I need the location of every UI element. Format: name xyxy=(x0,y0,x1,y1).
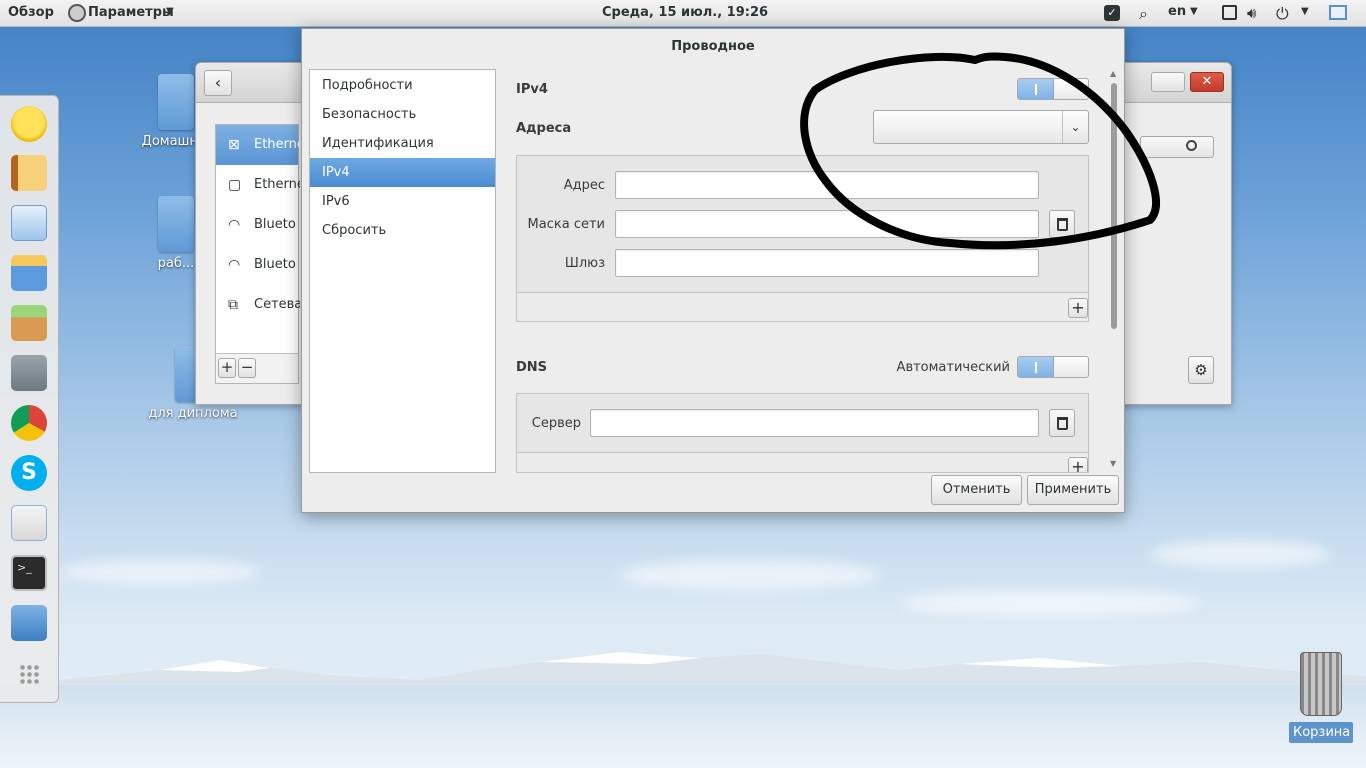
gateway-label: Шлюз xyxy=(564,256,605,271)
cloud xyxy=(1150,540,1330,568)
address-label: Адрес xyxy=(563,178,605,193)
settings-app-icon[interactable] xyxy=(11,355,47,391)
clock[interactable]: Среда, 15 июл., 19:26 xyxy=(602,5,768,20)
toggle-on-mark-icon xyxy=(1035,362,1037,373)
desktop-icon-label: для диплома xyxy=(148,406,238,421)
apply-button[interactable]: Применить xyxy=(1027,475,1119,505)
netmask-label: Маска сети xyxy=(527,217,605,232)
list-item-label: Blueto xyxy=(254,217,296,232)
dns-label: DNS xyxy=(516,360,548,375)
list-toolbar: + − xyxy=(216,353,298,383)
wifi-icon: ◠ xyxy=(228,217,241,233)
delete-dns-button[interactable] xyxy=(1049,409,1075,437)
terminal-app-icon[interactable]: >_ xyxy=(11,555,47,591)
ethernet-icon: ▢ xyxy=(228,177,242,193)
nav-item-details[interactable]: Подробности xyxy=(310,71,495,100)
dash-dock: S >_ xyxy=(0,95,59,703)
list-item-label: Etherne xyxy=(254,137,300,152)
address-group-footer: + xyxy=(517,292,1088,321)
cloud xyxy=(60,560,260,584)
lang-arrow-icon: ▼ xyxy=(1190,6,1198,17)
list-item[interactable]: ▢ Etherne xyxy=(216,165,300,205)
list-item[interactable]: ⧉ Сетева xyxy=(216,285,300,325)
app-menu[interactable]: Параметры xyxy=(88,5,174,20)
dns-auto-toggle[interactable] xyxy=(1017,356,1089,378)
hand-drawn-annotation xyxy=(800,52,1160,250)
lake xyxy=(0,685,1366,768)
connection-list: ⊠ Etherne ▢ Etherne ◠ Blueto ◠ Blueto ⧉ … xyxy=(215,124,300,384)
add-connection-button[interactable]: + xyxy=(218,358,236,378)
nav-item-security[interactable]: Безопасность xyxy=(310,100,495,129)
app-menu-arrow-icon: ▼ xyxy=(166,6,174,17)
volume-icon[interactable]: 🔊︎ xyxy=(1247,4,1256,22)
list-item-label: Сетева xyxy=(254,297,300,312)
network-icon: ⧉ xyxy=(228,297,238,313)
remove-connection-button[interactable]: − xyxy=(238,358,256,378)
activities-button[interactable]: Обзор xyxy=(8,5,54,20)
notification-icon[interactable] xyxy=(1329,5,1347,20)
window-icon[interactable] xyxy=(1222,5,1237,20)
show-apps-icon[interactable] xyxy=(19,664,39,684)
chat-app-icon[interactable] xyxy=(11,106,47,142)
list-item[interactable]: ◠ Blueto xyxy=(216,245,298,285)
folder-icon xyxy=(158,196,194,252)
list-item[interactable]: ◠ Blueto xyxy=(216,205,298,245)
screenshot-app-icon[interactable] xyxy=(11,605,47,641)
book-app-icon[interactable] xyxy=(11,155,47,191)
wifi-icon: ◠ xyxy=(228,257,241,273)
back-button[interactable]: ‹ xyxy=(204,70,232,96)
trash-icon xyxy=(1057,417,1068,430)
scroll-down-icon: ▼ xyxy=(1110,459,1117,468)
server-label: Сервер xyxy=(531,416,581,431)
nav-item-ipv6[interactable]: IPv6 xyxy=(310,187,495,216)
dialog-nav: Подробности Безопасность Идентификация I… xyxy=(309,69,496,473)
add-dns-button[interactable]: + xyxy=(1068,457,1088,472)
nav-item-reset[interactable]: Сбросить xyxy=(310,216,495,245)
list-item-label: Blueto xyxy=(254,257,296,272)
list-item[interactable]: ⊠ Etherne xyxy=(216,125,300,165)
dns-group-footer: + xyxy=(517,452,1088,472)
dns-group: Сервер + xyxy=(516,393,1089,473)
off-mark-icon xyxy=(1186,140,1197,151)
dns-server-field[interactable] xyxy=(590,409,1039,437)
nav-item-ipv4[interactable]: IPv4 xyxy=(310,158,495,187)
addresses-label: Адреса xyxy=(516,121,572,136)
check-shield-icon[interactable]: ✓ xyxy=(1104,5,1120,21)
cloud xyxy=(900,590,1200,616)
cloud xyxy=(620,560,880,590)
power-icon[interactable]: ⏻ xyxy=(1276,4,1289,24)
power-arrow-icon: ▼ xyxy=(1301,6,1309,17)
folder-icon xyxy=(158,74,194,130)
add-address-button[interactable]: + xyxy=(1068,298,1088,318)
list-item-label: Etherne xyxy=(254,177,300,192)
editor-app-icon[interactable] xyxy=(11,205,47,241)
archive-app-icon[interactable] xyxy=(11,305,47,341)
files-app-icon[interactable] xyxy=(11,255,47,291)
cancel-button[interactable]: Отменить xyxy=(931,475,1022,505)
top-bar: Обзор Параметры ▼ Среда, 15 июл., 19:26 … xyxy=(0,0,1366,27)
dns-auto-label: Автоматический xyxy=(896,360,1010,375)
skype-app-icon[interactable]: S xyxy=(11,455,47,491)
close-button[interactable]: ✕ xyxy=(1190,72,1224,92)
ipv4-section-label: IPv4 xyxy=(516,82,548,97)
language-indicator[interactable]: en xyxy=(1168,4,1186,19)
gear-button[interactable]: ⚙ xyxy=(1188,356,1214,384)
chrome-app-icon[interactable] xyxy=(11,405,47,441)
mountains xyxy=(0,652,1366,690)
settings-app-icon xyxy=(68,4,86,22)
desktop-trash[interactable]: Корзина xyxy=(1289,652,1353,746)
ethernet-icon: ⊠ xyxy=(228,137,240,153)
search-icon[interactable]: ⌕ xyxy=(1139,4,1148,24)
trash-bin-icon xyxy=(1300,652,1342,716)
mail-app-icon[interactable] xyxy=(11,505,47,541)
nav-item-identity[interactable]: Идентификация xyxy=(310,129,495,158)
trash-label: Корзина xyxy=(1289,722,1353,743)
